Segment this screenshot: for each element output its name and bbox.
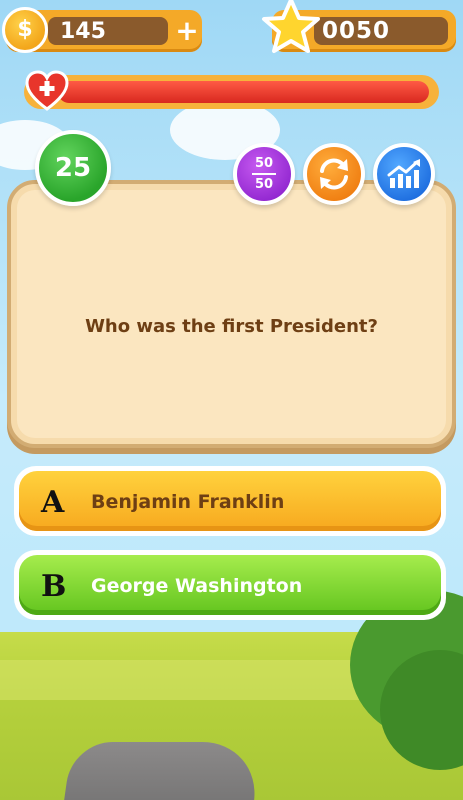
swap-question-button[interactable]: [303, 143, 365, 205]
score-value: 0050: [322, 18, 391, 44]
coin-icon: $: [2, 7, 48, 53]
background-rock: [59, 742, 263, 800]
answer-a-letter: A: [41, 485, 65, 520]
score-counter: 0050: [262, 0, 456, 53]
answer-b-button[interactable]: B George Washington: [14, 550, 446, 620]
answer-a-button[interactable]: A Benjamin Franklin: [14, 466, 446, 536]
answer-a-text: Benjamin Franklin: [91, 491, 285, 513]
timer-value: 25: [54, 153, 92, 183]
question-card: Who was the first President?: [7, 180, 456, 448]
game-screen: 145 $ + 0050 Who was the first President…: [0, 0, 463, 800]
swap-question-icon: [320, 158, 348, 190]
timer-badge: 25: [35, 130, 111, 206]
coin-counter: 145 $ +: [2, 7, 202, 53]
answer-b-body: B George Washington: [19, 555, 441, 615]
health-fill: [58, 81, 429, 103]
answer-a-body: A Benjamin Franklin: [19, 471, 441, 531]
answer-b-text: George Washington: [91, 575, 303, 597]
health-bar: [24, 70, 439, 111]
answer-b-letter: B: [41, 569, 67, 604]
audience-stats-icon: [387, 159, 420, 188]
fifty-bottom-label: 50: [254, 177, 274, 192]
fifty-top-label: 50: [254, 156, 274, 171]
fifty-divider: [252, 173, 276, 175]
heart-icon: [25, 70, 69, 111]
fifty-fifty-button[interactable]: 50 50: [233, 143, 295, 205]
coin-count: 145: [60, 19, 106, 44]
add-coins-button[interactable]: +: [172, 16, 202, 46]
question-text: Who was the first President?: [85, 316, 378, 337]
coin-symbol: $: [17, 17, 33, 42]
star-icon: [262, 0, 320, 53]
audience-stats-button[interactable]: [373, 143, 435, 205]
